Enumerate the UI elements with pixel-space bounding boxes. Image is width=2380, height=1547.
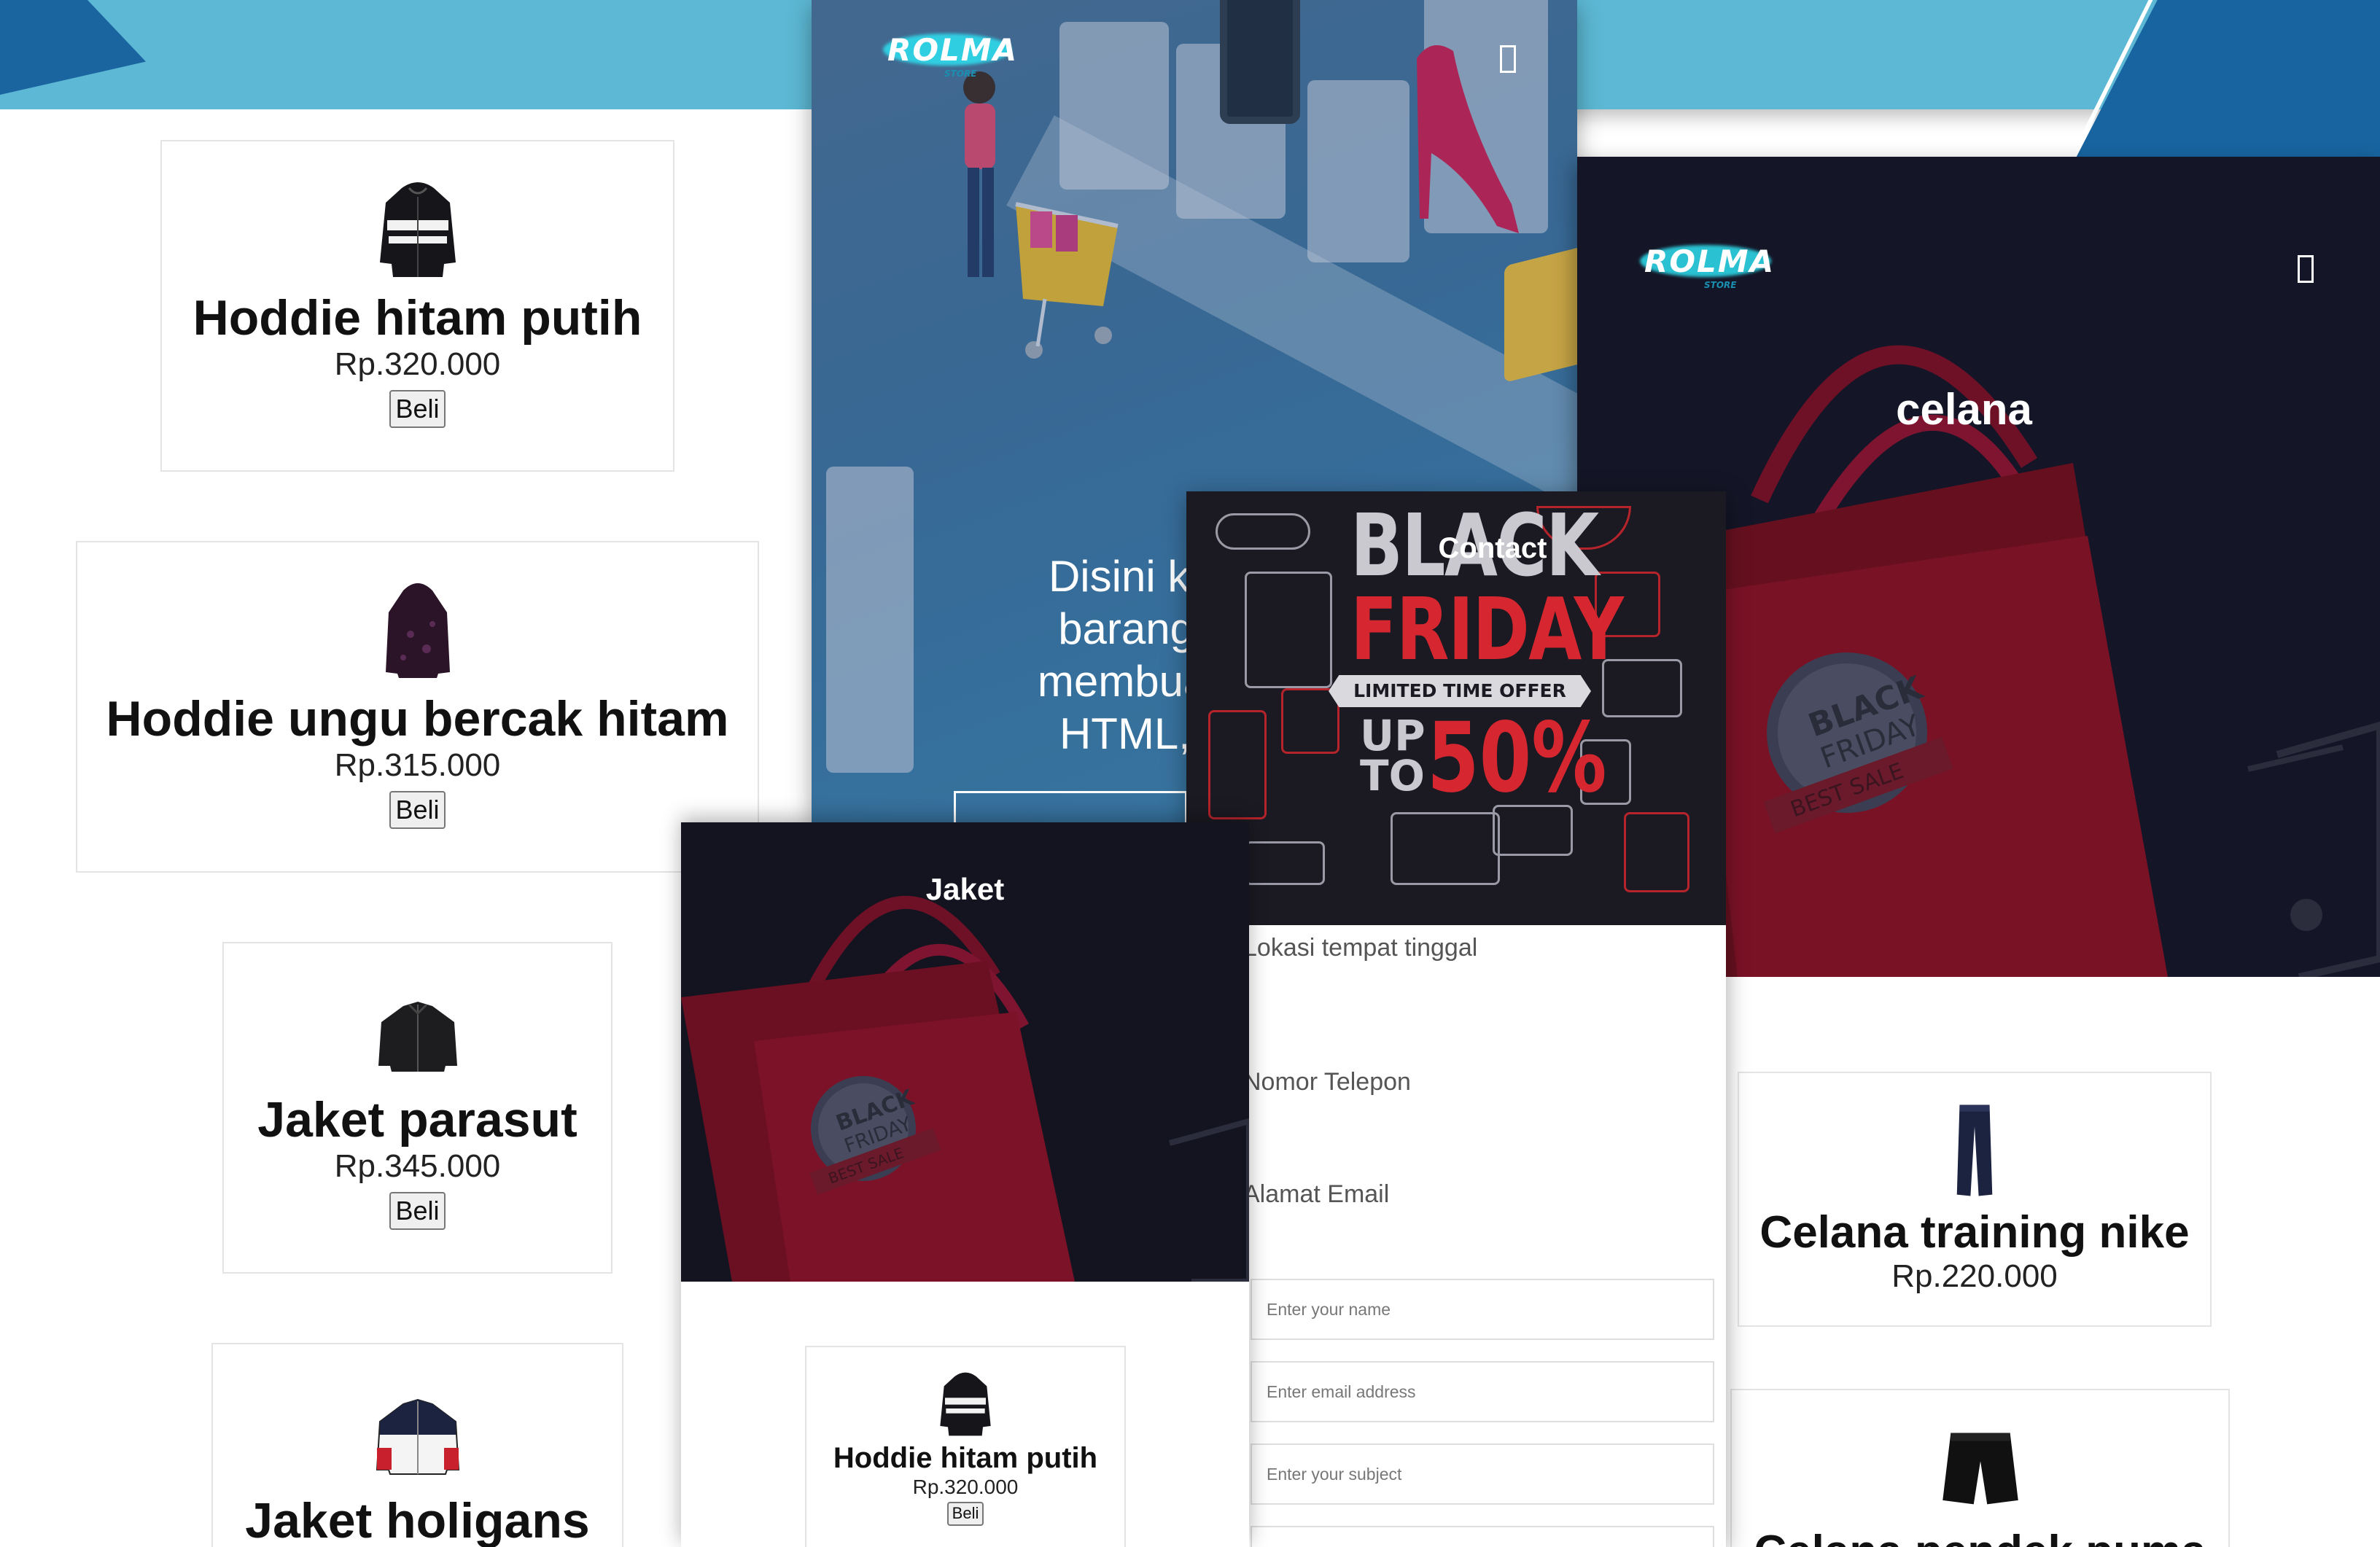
banner-up-to: UP TO: [1360, 711, 1426, 801]
page-title: Jaket: [925, 872, 1005, 906]
product-card: Celana pendek puma: [1730, 1389, 2230, 1547]
page-title: Contact: [1438, 532, 1547, 564]
product-price: Rp.220.000: [1891, 1258, 2058, 1295]
product-name: Hoddie hitam putih: [192, 290, 642, 346]
product-card: Hoddie hitam putih Rp.320.000 Beli: [160, 140, 674, 472]
doodle-jacket: [1245, 572, 1332, 688]
doodle-dress: [1208, 710, 1267, 819]
training-pants-icon: [1956, 1104, 1993, 1196]
email-label: Alamat Email: [1243, 1180, 1390, 1208]
product-price: Rp.315.000: [334, 747, 501, 784]
page-title: celana: [1896, 385, 2032, 434]
location-label: Lokasi tempat tinggal: [1243, 934, 1478, 962]
hoodie-black-white-icon: [940, 1372, 991, 1436]
product-price: Rp.320.000: [334, 346, 501, 383]
parachute-jacket-icon: [378, 1002, 457, 1072]
buy-button[interactable]: Beli: [946, 1502, 984, 1526]
hero-cta-button[interactable]: [954, 791, 1187, 824]
product-card: Jaket parasut Rp.345.000 Beli: [222, 942, 612, 1274]
doodle-bag: [1281, 688, 1339, 754]
rolma-logo: ROLMA STORE: [1634, 241, 1780, 299]
shorts-icon: [1942, 1433, 2018, 1505]
product-name: Hoddie hitam putih: [833, 1442, 1098, 1474]
product-price: Rp.345.000: [334, 1148, 501, 1185]
name-input[interactable]: [1251, 1279, 1714, 1340]
product-name: Celana training nike: [1759, 1207, 2190, 1258]
product-card: Hoddie hitam putih Rp.320.000 Beli: [805, 1346, 1126, 1547]
hoodie-purple-icon: [385, 583, 450, 678]
menu-button[interactable]: [2298, 255, 2314, 283]
doodle-gift: [1624, 812, 1689, 892]
product-price: Rp.320.000: [912, 1475, 1019, 1498]
hoodie-black-white-icon: [379, 182, 456, 277]
menu-button[interactable]: [1500, 45, 1516, 73]
product-name: Jaket holigans: [245, 1493, 590, 1547]
rolma-logo: ROLMA STORE: [877, 29, 1016, 87]
buy-button[interactable]: Beli: [389, 1191, 446, 1230]
phone-label: Nomor Telepon: [1243, 1068, 1411, 1096]
track-jacket-icon: [376, 1398, 459, 1475]
product-card: Celana training nike Rp.220.000: [1738, 1072, 2212, 1327]
product-name: Jaket parasut: [257, 1092, 578, 1147]
message-input[interactable]: [1251, 1526, 1714, 1547]
email-input[interactable]: [1251, 1361, 1714, 1422]
jaket-hero: BLACK FRIDAY BEST SALE Jaket: [681, 822, 1249, 1282]
banner-friday: FRIDAY: [1350, 579, 1624, 679]
doodle-cart: [1391, 812, 1500, 885]
product-name: Celana pendek puma: [1754, 1527, 2206, 1547]
doodle-shoe: [1245, 841, 1325, 885]
screen-contact: BLACK FRIDAY LIMITED TIME OFFER UP TO 50…: [1186, 491, 1726, 1547]
product-card: Jaket holigans: [211, 1343, 623, 1547]
buy-button[interactable]: Beli: [389, 389, 446, 428]
buy-button[interactable]: Beli: [389, 790, 446, 829]
product-card: Hoddie ungu bercak hitam Rp.315.000 Beli: [76, 541, 759, 873]
subject-input[interactable]: [1251, 1443, 1714, 1505]
screen-jaket: BLACK FRIDAY BEST SALE Jaket Hoddie hita…: [681, 822, 1249, 1547]
banner-percent: 50%: [1427, 702, 1607, 814]
product-name: Hoddie ungu bercak hitam: [106, 691, 729, 747]
